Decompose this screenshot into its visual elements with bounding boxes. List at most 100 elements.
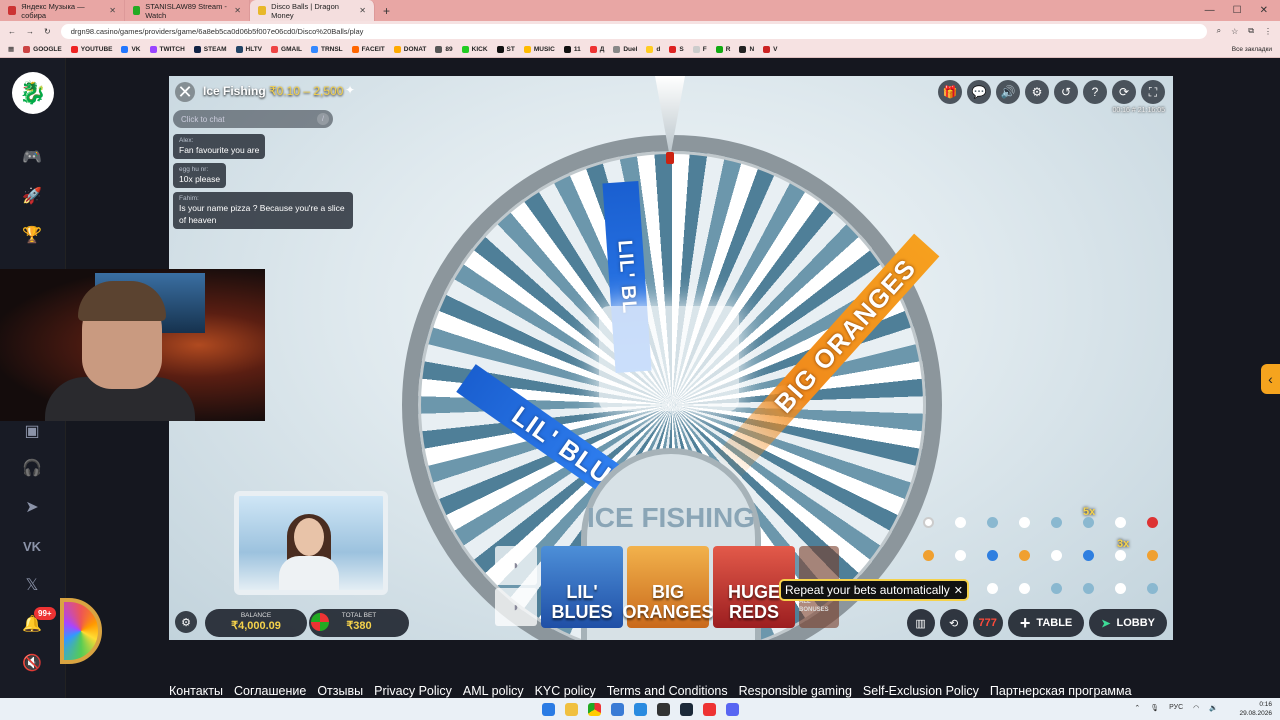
bookmark[interactable]: V xyxy=(763,45,777,53)
bookmark[interactable]: TWITCH xyxy=(149,45,185,53)
bookmark-star-icon[interactable]: ☆ xyxy=(1231,27,1238,36)
steam-icon[interactable] xyxy=(679,702,693,716)
bookmark[interactable]: STEAM xyxy=(193,45,227,53)
bookmark[interactable]: Duel xyxy=(613,45,637,53)
lang-indicator[interactable]: РУС xyxy=(1169,704,1183,712)
close-window-icon[interactable]: ✕ xyxy=(1260,5,1268,16)
chat-commands-icon[interactable]: / xyxy=(317,113,329,125)
browser-tab[interactable]: Яндекс Музыка — собира ✕ xyxy=(0,0,125,21)
bookmark[interactable]: F xyxy=(692,45,707,53)
wifi-icon[interactable]: ◠ xyxy=(1193,704,1199,712)
history-icon[interactable]: ↺ xyxy=(1054,80,1078,104)
bookmark[interactable]: YOUTUBE xyxy=(70,45,112,53)
close-game-button[interactable]: ✕ xyxy=(175,82,195,102)
close-tab-icon[interactable]: ✕ xyxy=(234,6,241,15)
bookmark[interactable]: N xyxy=(739,45,754,53)
gift-icon[interactable]: 🎁 xyxy=(938,80,962,104)
clock[interactable]: 0:16 29.08.2026 xyxy=(1239,700,1272,718)
explorer-icon[interactable] xyxy=(564,702,578,716)
gift-box-icon[interactable]: ▣ xyxy=(20,420,44,442)
bookmark[interactable]: MUSIC xyxy=(523,45,555,53)
bookmark[interactable]: KICK xyxy=(461,45,488,53)
help-icon[interactable]: ? xyxy=(1083,80,1107,104)
start-icon[interactable] xyxy=(541,702,555,716)
footer-link[interactable]: AML policy xyxy=(463,684,524,698)
minimize-icon[interactable]: — xyxy=(1205,5,1215,16)
rocket-icon[interactable]: 🚀 xyxy=(20,185,44,207)
x-icon[interactable]: 𝕏 xyxy=(20,574,44,596)
open-chat-tab[interactable]: ‹ xyxy=(1261,364,1280,394)
vk-icon[interactable]: VK xyxy=(20,535,44,557)
fullscreen-icon[interactable]: ⛶ xyxy=(1141,80,1165,104)
bookmark[interactable]: GOOGLE xyxy=(23,45,62,53)
bonus-wheel-widget[interactable] xyxy=(60,598,102,664)
discord-icon[interactable] xyxy=(725,702,739,716)
chip-settings-icon[interactable]: ⚙ xyxy=(175,611,197,633)
back-icon[interactable]: ← xyxy=(8,27,16,36)
app-icon[interactable] xyxy=(702,702,716,716)
headset-icon[interactable]: 🎧 xyxy=(20,457,44,479)
chat-user: egg hu nr: xyxy=(179,166,209,173)
bookmark[interactable]: DONAT xyxy=(393,45,426,53)
footer-link[interactable]: Responsible gaming xyxy=(739,684,852,698)
settings-gear-icon[interactable]: ⚙ xyxy=(1025,80,1049,104)
footer-link[interactable]: Privacy Policy xyxy=(374,684,452,698)
obs-icon[interactable] xyxy=(656,702,670,716)
bookmark[interactable]: d xyxy=(646,45,660,53)
new-tab-button[interactable]: + xyxy=(375,4,398,18)
favorite-star-icon[interactable]: ✦ xyxy=(345,83,355,97)
mic-icon[interactable]: 🎙 xyxy=(1150,704,1159,712)
chat-input[interactable]: Click to chat / xyxy=(173,110,333,128)
bookmark[interactable]: FACEIT xyxy=(351,45,385,53)
footer-link[interactable]: Self-Exclusion Policy xyxy=(863,684,979,698)
zoom-icon[interactable]: ⌕ xyxy=(1217,26,1221,36)
bookmark[interactable]: 11 xyxy=(563,45,581,53)
sound-icon[interactable]: 🔊 xyxy=(996,80,1020,104)
url-field[interactable]: drgn98.casino/games/providers/game/6a8eb… xyxy=(60,23,1207,39)
slot-777-button[interactable]: 777 xyxy=(972,609,1003,637)
trophy-icon[interactable]: 🏆 xyxy=(20,224,44,246)
extensions-icon[interactable]: ⧉ xyxy=(1248,26,1254,36)
table-button[interactable]: + TABLE xyxy=(1007,609,1085,637)
tray-arrow-icon[interactable]: ⌃ xyxy=(1134,704,1140,712)
footer-link[interactable]: Terms and Conditions xyxy=(607,684,728,698)
chat-icon[interactable]: 💬 xyxy=(967,80,991,104)
bookmark[interactable]: GMAIL xyxy=(271,45,302,53)
game-title: Ice Fishing ₹0.10 – 2,500 xyxy=(203,84,343,98)
controller-icon[interactable]: 🎮 xyxy=(20,146,44,168)
apps-icon[interactable]: ▦ xyxy=(8,45,14,53)
maximize-icon[interactable]: ☐ xyxy=(1233,5,1242,16)
bookmark[interactable]: 89 xyxy=(435,45,453,53)
footer-link[interactable]: KYC policy xyxy=(535,684,596,698)
telegram-icon[interactable]: ➤ xyxy=(20,496,44,518)
forward-icon[interactable]: → xyxy=(26,27,34,36)
refresh-icon[interactable]: ⟳ xyxy=(1112,80,1136,104)
bookmark[interactable]: Д xyxy=(589,45,604,53)
repeat-bets-icon[interactable]: ⟲ xyxy=(939,609,968,637)
statistics-icon[interactable]: ▥ xyxy=(906,609,935,637)
volume-icon[interactable]: 🔉 xyxy=(1209,704,1218,712)
calendar-icon[interactable] xyxy=(633,702,647,716)
reload-icon[interactable]: ↻ xyxy=(44,27,51,36)
close-tab-icon[interactable]: ✕ xyxy=(359,6,366,15)
chrome-icon[interactable] xyxy=(587,702,601,716)
bookmark[interactable]: HLTV xyxy=(235,45,262,53)
close-tab-icon[interactable]: ✕ xyxy=(109,6,116,15)
footer-link[interactable]: Соглашение xyxy=(234,684,306,698)
bookmark[interactable]: S xyxy=(669,45,684,53)
browser-tab[interactable]: STANISLAW89 Stream - Watch ✕ xyxy=(125,0,250,21)
bookmark[interactable]: ST xyxy=(496,45,515,53)
footer-link[interactable]: Партнерская программа xyxy=(990,684,1132,698)
lobby-button[interactable]: ➤ LOBBY xyxy=(1089,609,1167,637)
store-icon[interactable] xyxy=(610,702,624,716)
all-bookmarks[interactable]: Все закладки xyxy=(1232,46,1272,53)
bookmark[interactable]: R xyxy=(715,45,730,53)
bookmark[interactable]: VK xyxy=(121,45,141,53)
dragon-logo[interactable]: 🐉 xyxy=(12,72,54,114)
footer-link[interactable]: Отзывы xyxy=(317,684,363,698)
menu-icon[interactable]: ⋮ xyxy=(1264,27,1272,36)
browser-tab-active[interactable]: Disco Balls | Dragon Money ✕ xyxy=(250,0,375,21)
mute-icon[interactable]: 🔇 xyxy=(20,652,44,674)
footer-link[interactable]: Контакты xyxy=(169,684,223,698)
bookmark[interactable]: TRNSL xyxy=(310,45,343,53)
